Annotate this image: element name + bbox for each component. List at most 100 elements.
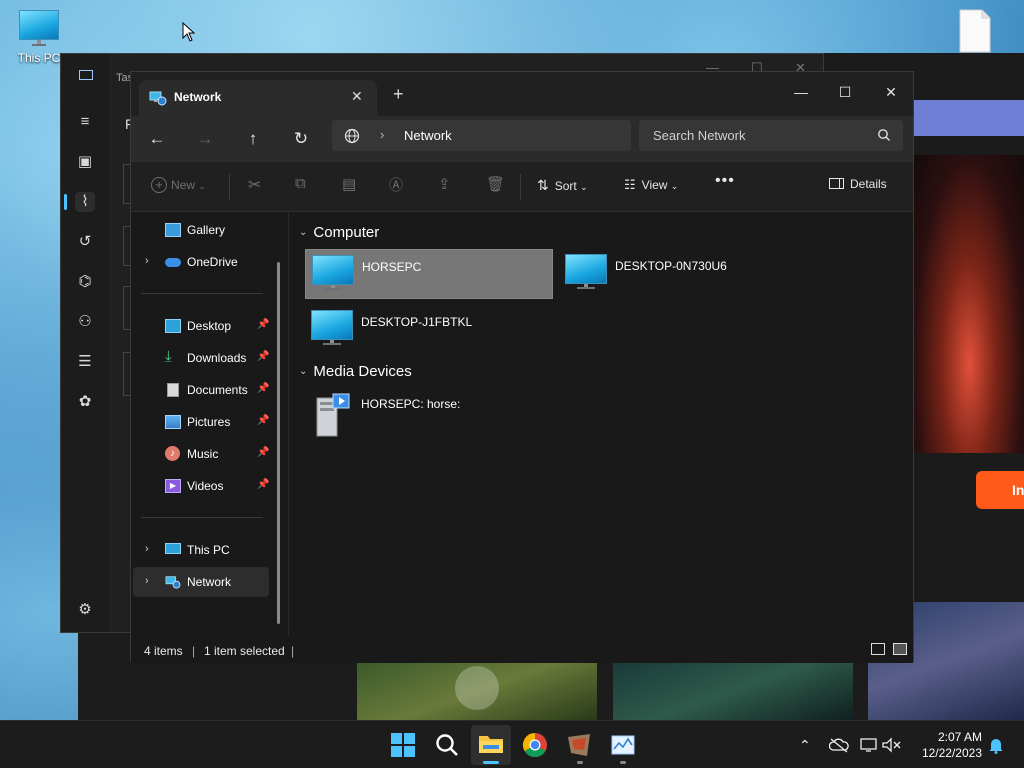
expand-chevron-icon[interactable]: › <box>145 255 149 267</box>
nav-scrollbar[interactable] <box>277 262 280 624</box>
startup-icon[interactable]: ⌬ <box>75 272 95 292</box>
file-icon <box>959 9 991 53</box>
computer-icon <box>311 310 353 345</box>
windows-start-icon[interactable] <box>389 731 417 759</box>
download-arrow-icon: ⤓ <box>165 348 172 365</box>
network-item-horsepc[interactable]: HORSEPC <box>305 249 553 299</box>
paste-icon[interactable]: ▤ <box>342 175 356 193</box>
group-label: Computer <box>313 224 380 241</box>
address-bar-row: ← → ↑ ↻ › Network <box>131 116 913 162</box>
details-button[interactable]: Details <box>829 177 887 191</box>
nav-item-videos[interactable]: ▶ Videos 📌 <box>133 471 269 501</box>
address-box[interactable]: › Network <box>332 120 631 151</box>
tab-network[interactable]: Network ✕ <box>139 80 377 116</box>
new-tab-icon[interactable]: + <box>393 84 404 105</box>
expand-chevron-icon[interactable]: › <box>145 543 149 555</box>
nav-item-pictures[interactable]: Pictures 📌 <box>133 407 269 437</box>
search-icon[interactable] <box>433 731 461 759</box>
nav-item-desktop[interactable]: Desktop 📌 <box>133 311 269 341</box>
details-list-icon[interactable]: ☰ <box>75 352 95 372</box>
media-item-horsepc-horse[interactable]: HORSEPC: horse: <box>305 387 553 437</box>
tiles-view-icon[interactable] <box>893 643 907 655</box>
display-icon[interactable] <box>860 737 878 753</box>
share-icon[interactable]: ⇪ <box>438 175 451 193</box>
nav-item-documents[interactable]: Documents 📌 <box>133 375 269 405</box>
volume-muted-icon[interactable] <box>881 737 901 753</box>
copy-icon[interactable]: ⧉ <box>295 175 306 192</box>
system-clock[interactable]: 2:07 AM 12/22/2023 <box>904 729 982 761</box>
network-icon <box>165 576 181 589</box>
pin-icon[interactable]: 📌 <box>257 383 269 394</box>
cut-icon[interactable]: ✂ <box>248 175 261 195</box>
game-launcher-icon[interactable] <box>565 731 593 759</box>
group-header-computer[interactable]: ⌄ Computer <box>299 224 379 241</box>
network-item-desktop-0n730u6[interactable]: DESKTOP-0N730U6 <box>559 249 807 299</box>
users-icon[interactable]: ⚇ <box>75 312 95 332</box>
more-options-icon[interactable]: ••• <box>715 172 735 190</box>
pin-icon[interactable]: 📌 <box>257 479 269 490</box>
processes-icon[interactable]: ▣ <box>75 152 95 172</box>
view-button[interactable]: ☷ View ⌄ <box>624 177 678 193</box>
onedrive-offline-icon[interactable] <box>829 737 849 753</box>
pictures-icon <box>165 415 181 429</box>
file-explorer-taskbar-button[interactable] <box>471 725 511 765</box>
pin-icon[interactable]: 📌 <box>257 319 269 330</box>
notification-bell-icon[interactable] <box>988 736 1004 754</box>
up-arrow-icon[interactable]: ↑ <box>241 128 265 150</box>
expand-chevron-icon[interactable]: › <box>145 575 149 587</box>
network-item-desktop-j1fbtkl[interactable]: DESKTOP-J1FBTKL <box>305 305 553 355</box>
tab-close-icon[interactable]: ✕ <box>351 88 363 105</box>
pin-icon[interactable]: 📌 <box>257 351 269 362</box>
chrome-icon[interactable] <box>521 731 549 759</box>
item-label: HORSEPC: horse: <box>361 397 461 411</box>
breadcrumb-network[interactable]: Network <box>404 128 452 143</box>
nav-item-downloads[interactable]: ⤓ Downloads 📌 <box>133 343 269 373</box>
video-thumbnail[interactable] <box>357 662 597 720</box>
background-orange-button[interactable]: In <box>976 471 1024 509</box>
delete-icon[interactable]: 🗑 <box>486 175 505 193</box>
nav-item-network[interactable]: › Network <box>133 567 269 597</box>
forward-arrow-icon[interactable]: → <box>193 128 217 150</box>
network-icon <box>149 91 167 106</box>
services-icon[interactable]: ✿ <box>75 392 95 412</box>
desktop-icon-file[interactable] <box>958 8 992 54</box>
hamburger-icon[interactable]: ≡ <box>75 112 95 132</box>
cloud-icon <box>165 258 181 267</box>
performance-icon[interactable]: ⌇ <box>75 192 95 212</box>
running-app-indicator <box>620 761 626 764</box>
nav-item-music[interactable]: ♪ Music 📌 <box>133 439 269 469</box>
back-arrow-icon[interactable]: ← <box>145 128 169 150</box>
nav-item-gallery[interactable]: Gallery <box>133 215 269 245</box>
pin-icon[interactable]: 📌 <box>257 415 269 426</box>
nav-item-onedrive[interactable]: › OneDrive <box>133 247 269 277</box>
group-header-media-devices[interactable]: ⌄ Media Devices <box>299 363 412 380</box>
show-hidden-icons-icon[interactable]: ⌃ <box>799 737 811 754</box>
new-button[interactable]: + New ⌄ <box>151 177 206 193</box>
chevron-down-icon: ⌄ <box>198 181 206 191</box>
rename-icon[interactable]: Ⓐ <box>389 175 403 195</box>
nav-label: Desktop <box>187 319 232 333</box>
monitor-icon <box>19 10 59 46</box>
nav-item-this-pc[interactable]: › This PC <box>133 535 269 565</box>
maximize-button[interactable]: ☐ <box>822 78 868 106</box>
sort-button[interactable]: ⇅ Sort ⌄ <box>537 177 588 194</box>
pin-icon[interactable]: 📌 <box>257 447 269 458</box>
nav-label: Documents <box>187 383 248 397</box>
history-icon[interactable]: ↺ <box>75 232 95 252</box>
collapse-chevron-icon: ⌄ <box>299 227 308 238</box>
breadcrumb-chevron-icon[interactable]: › <box>380 127 384 142</box>
tab-bar: Network ✕ + — ☐ ✕ <box>131 72 913 116</box>
minimize-button[interactable]: — <box>778 78 824 106</box>
nav-label: Videos <box>187 479 224 493</box>
search-input[interactable] <box>639 120 869 151</box>
details-view-icon[interactable] <box>871 643 885 655</box>
refresh-icon[interactable]: ↻ <box>289 128 313 150</box>
close-button[interactable]: ✕ <box>868 78 914 106</box>
settings-gear-icon[interactable]: ⚙ <box>75 600 95 620</box>
desktop-icon-this-pc[interactable]: This PC <box>14 10 64 65</box>
game-thumbnail[interactable] <box>613 662 853 720</box>
view-label: View <box>641 178 668 192</box>
search-icon[interactable] <box>877 128 891 142</box>
task-manager-taskbar-icon[interactable] <box>609 731 637 759</box>
computer-icon <box>312 255 354 290</box>
